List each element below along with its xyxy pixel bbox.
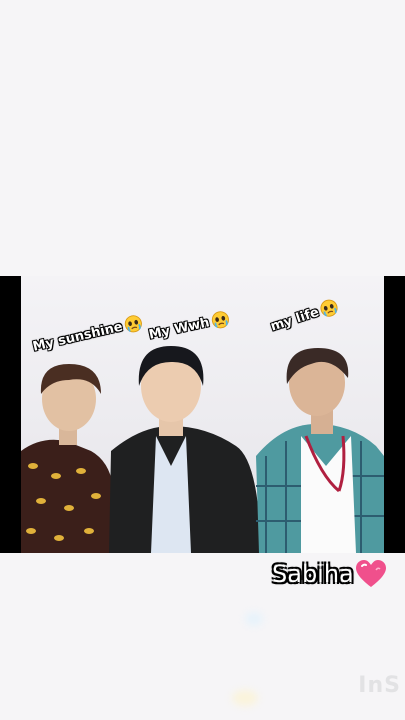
- name-tag-text: Sabiha: [272, 560, 354, 588]
- person-right: [256, 348, 384, 553]
- glare-spot: [245, 612, 263, 626]
- person-middle: [109, 346, 261, 553]
- name-tag: Sabiha: [272, 560, 386, 588]
- crying-face-icon: [211, 311, 229, 329]
- app-watermark: InS: [358, 673, 401, 698]
- pink-heart-icon: [355, 560, 386, 587]
- glare-spot: [232, 690, 258, 706]
- person-left: [21, 364, 116, 553]
